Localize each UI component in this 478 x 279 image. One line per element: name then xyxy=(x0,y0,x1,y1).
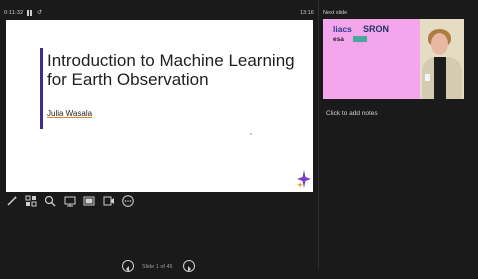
slide-title: Introduction to Machine Learning for Ear… xyxy=(47,51,295,89)
slide-counter: Slide 1 of 45 xyxy=(142,264,173,270)
current-slide[interactable]: Introduction to Machine Learning for Ear… xyxy=(6,20,313,192)
clock: 13:16 xyxy=(300,10,314,16)
pause-timer-icon[interactable] xyxy=(27,10,32,16)
panel-divider[interactable] xyxy=(318,0,319,269)
magnifier-icon[interactable] xyxy=(44,195,56,207)
reset-timer-icon[interactable]: ↺ xyxy=(37,9,42,16)
next-slide-button[interactable] xyxy=(183,260,195,272)
previous-slide-button[interactable] xyxy=(122,260,134,272)
arrow-left-icon xyxy=(126,266,129,272)
camera-icon[interactable] xyxy=(103,195,115,207)
slide-navigation: Slide 1 of 45 xyxy=(118,260,198,272)
title-accent-bar xyxy=(40,48,43,129)
mouse-cursor: ᵇ xyxy=(250,132,252,138)
partner-logo xyxy=(353,36,367,42)
next-slide-preview[interactable]: liacs SRON esa xyxy=(323,19,464,99)
slides-grid-icon[interactable] xyxy=(25,195,37,207)
esa-logo: esa xyxy=(333,36,344,43)
presenter-topbar: 0:11:32 ↺ 13:16 xyxy=(0,0,318,18)
speaker-photo xyxy=(420,19,464,99)
sparkle-logo-icon xyxy=(297,170,311,188)
slide-author: Julia Wasala xyxy=(47,109,93,118)
next-slide-label: Next slide xyxy=(323,10,348,16)
black-screen-icon[interactable] xyxy=(83,195,95,207)
elapsed-timer: 0:11:32 xyxy=(4,10,24,16)
more-options-icon[interactable] xyxy=(122,195,134,207)
arrow-right-icon xyxy=(188,266,191,272)
notes-placeholder[interactable]: Click to add notes xyxy=(326,110,378,117)
laser-pointer-icon[interactable] xyxy=(64,195,76,207)
pen-icon[interactable] xyxy=(6,195,18,207)
liacs-logo: liacs xyxy=(333,24,352,34)
name-badge xyxy=(425,74,430,81)
sron-logo: SRON xyxy=(363,24,390,34)
